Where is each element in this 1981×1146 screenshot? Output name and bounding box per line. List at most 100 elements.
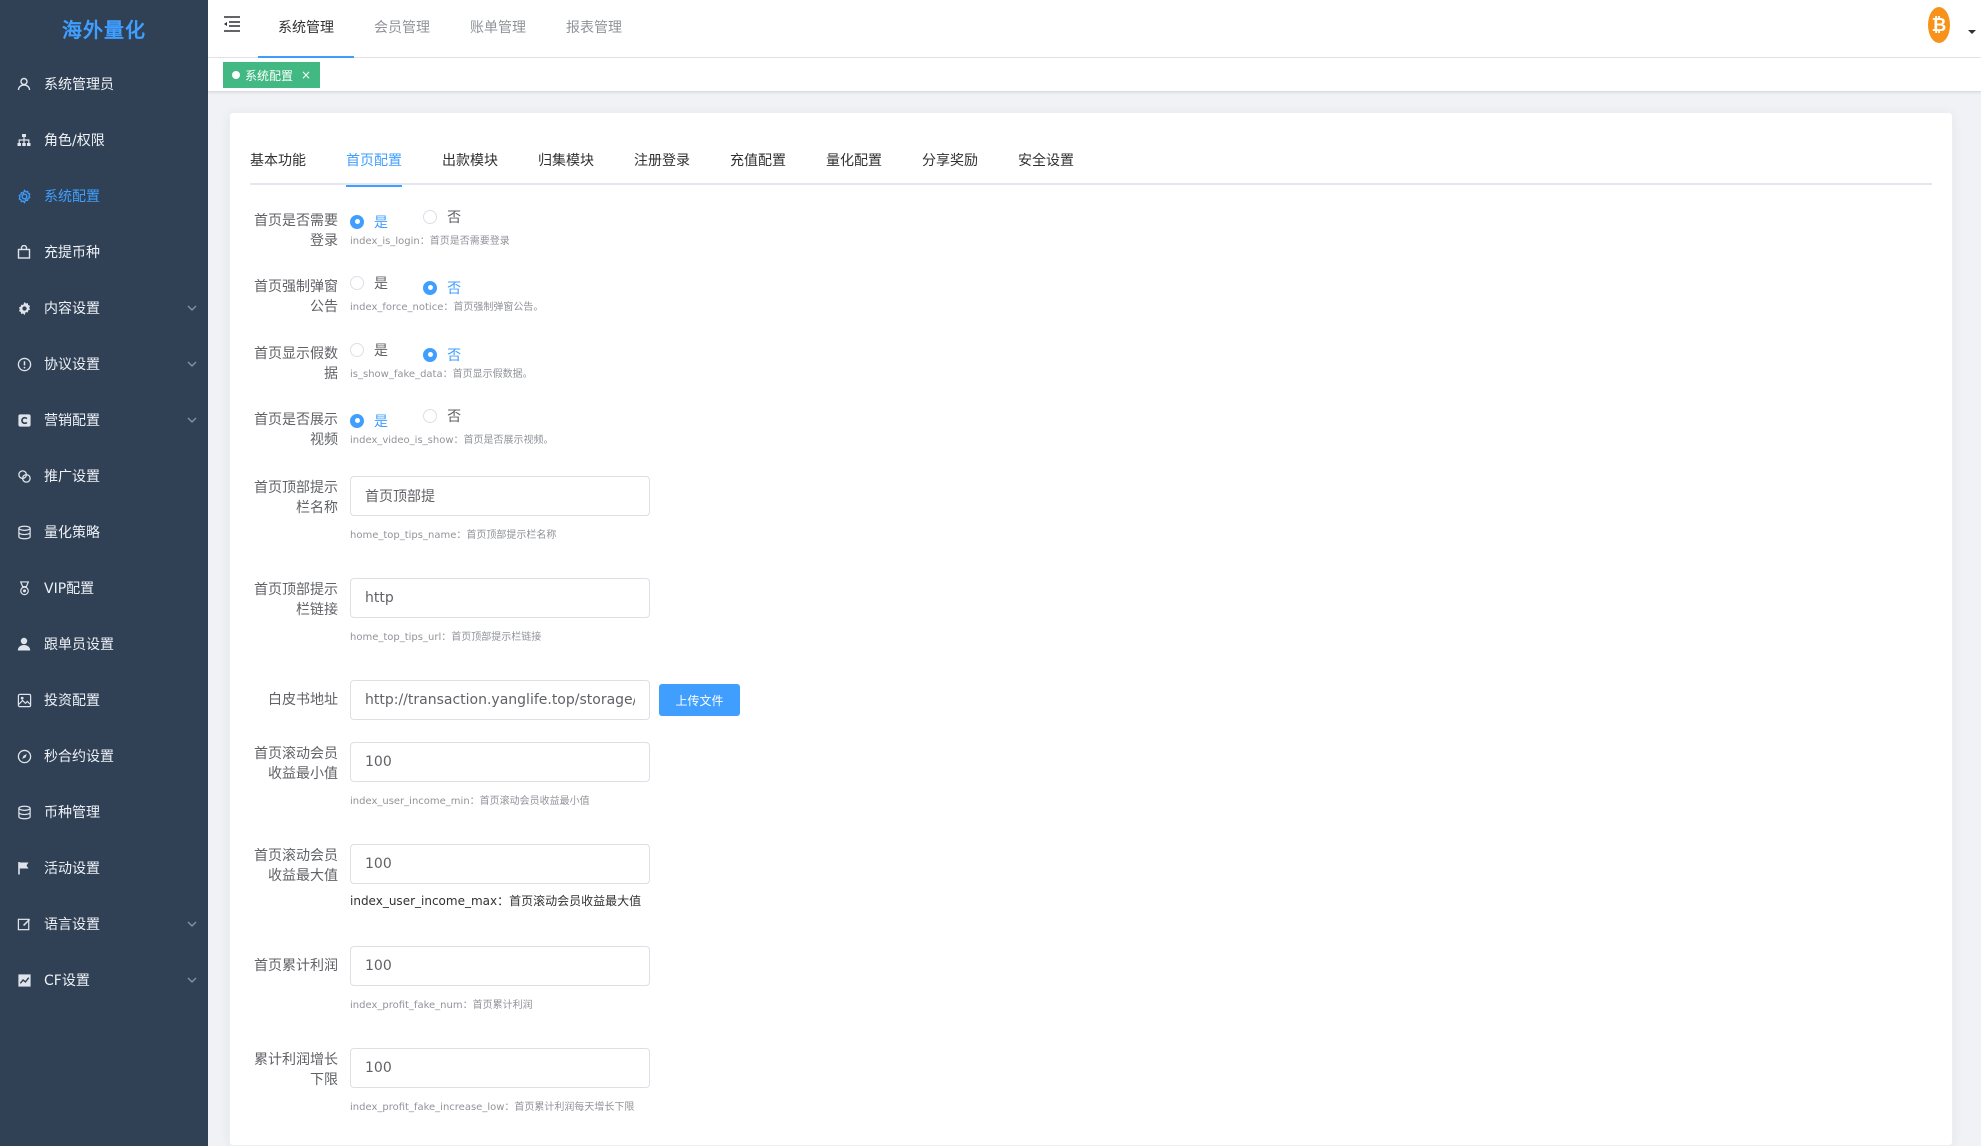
tab-collection[interactable]: 归集模块	[518, 141, 614, 185]
profit-input[interactable]	[350, 946, 650, 986]
sidebar-menu: 系统管理员 角色/权限 系统配置 充提币种 内容设置 协议设置 营销配置 推广设…	[0, 56, 208, 1008]
sidebar-item-content[interactable]: 内容设置	[0, 280, 208, 336]
label-line: 首页顶部提示	[254, 480, 338, 496]
upload-file-button[interactable]: 上传文件	[659, 684, 740, 716]
field-label: 首页滚动会员 收益最大值	[250, 846, 338, 886]
sidebar-item-promotion[interactable]: 推广设置	[0, 448, 208, 504]
chevron-down-icon	[187, 921, 197, 927]
label-line: 收益最小值	[268, 766, 338, 782]
radio-label: 否	[447, 409, 462, 425]
tag-system-config[interactable]: 系统配置 ×	[223, 62, 321, 88]
sidebar-item-label: 语言设置	[44, 917, 100, 933]
marketing-icon	[16, 412, 32, 428]
label-line: 首页顶部提示	[254, 582, 338, 598]
radio-no[interactable]: 否	[423, 207, 461, 227]
sidebar-item-marketing[interactable]: 营销配置	[0, 392, 208, 448]
caret-down-icon[interactable]	[1967, 28, 1977, 36]
tab-share-reward[interactable]: 分享奖励	[902, 141, 998, 185]
sidebar-item-label: CF设置	[44, 973, 90, 989]
field-hint: index_profit_fake_increase_low：首页累计利润每天增…	[350, 1102, 635, 1113]
sidebar-item-agreement[interactable]: 协议设置	[0, 336, 208, 392]
user-icon	[16, 76, 32, 92]
top-header: 系统管理 会员管理 账单管理 报表管理 ₿	[208, 0, 1981, 58]
sidebar-item-label: 角色/权限	[44, 133, 105, 149]
tips-url-input[interactable]	[350, 578, 650, 618]
radio-circle	[350, 276, 364, 290]
field-hint: is_show_fake_data：首页显示假数据。	[350, 369, 533, 380]
tab-quant[interactable]: 量化配置	[806, 141, 902, 185]
sidebar-item-vip[interactable]: VIP配置	[0, 560, 208, 616]
sidebar-item-roles[interactable]: 角色/权限	[0, 112, 208, 168]
sidebar-item-currency[interactable]: 币种管理	[0, 784, 208, 840]
label-line: 视频	[310, 432, 338, 448]
tab-withdrawal[interactable]: 出款模块	[422, 141, 518, 185]
tips-name-input[interactable]	[350, 476, 650, 516]
radio-circle	[350, 214, 364, 229]
sidebar-item-copytrader[interactable]: 跟单员设置	[0, 616, 208, 672]
sidebar-item-label: 营销配置	[44, 413, 100, 429]
chart-icon	[16, 972, 32, 988]
field-label: 首页滚动会员收益最小值	[250, 744, 338, 784]
label-line: 首页滚动会员	[254, 746, 338, 762]
sidebar-item-label: 内容设置	[44, 301, 100, 317]
sidebar-item-cf[interactable]: CF设置	[0, 952, 208, 1008]
sidebar-item-activity[interactable]: 活动设置	[0, 840, 208, 896]
sidebar: 海外量化 系统管理员 角色/权限 系统配置 充提币种 内容设置 协议设置 营销配…	[0, 0, 208, 1146]
radio-circle	[350, 343, 364, 357]
whitepaper-url-input[interactable]	[350, 680, 650, 720]
database-icon	[16, 524, 32, 540]
radio-yes[interactable]: 是	[350, 212, 388, 232]
radio-no[interactable]: 否	[423, 345, 461, 365]
tab-basic[interactable]: 基本功能	[250, 141, 326, 185]
sidebar-item-label: 投资配置	[44, 693, 100, 709]
field-hint: index_video_is_show：首页是否展示视频。	[350, 435, 554, 446]
tab-recharge[interactable]: 充值配置	[710, 141, 806, 185]
info-icon	[16, 356, 32, 372]
label-line: 首页是否需要	[254, 213, 338, 229]
radio-group-index-force-notice: 是 否	[350, 273, 491, 298]
config-sub-tabs: 基本功能 首页配置 出款模块 归集模块 注册登录 充值配置 量化配置 分享奖励 …	[250, 141, 1932, 187]
chevron-down-icon	[187, 305, 197, 311]
top-tab-reports[interactable]: 报表管理	[546, 0, 642, 58]
edit-icon	[16, 916, 32, 932]
income-min-input[interactable]	[350, 742, 650, 782]
hierarchy-icon	[16, 132, 32, 148]
sidebar-item-admin[interactable]: 系统管理员	[0, 56, 208, 112]
radio-label: 否	[447, 280, 462, 297]
label-line: 登录	[310, 233, 338, 249]
tab-register-login[interactable]: 注册登录	[614, 141, 710, 185]
svg-text:₿: ₿	[1932, 15, 1947, 36]
radio-no[interactable]: 否	[423, 278, 461, 298]
sidebar-item-system-config[interactable]: 系统配置	[0, 168, 208, 224]
field-label: 首页强制弹窗 公告	[250, 277, 338, 317]
radio-group-index-video-is-show: 是 否	[350, 406, 491, 431]
top-tab-members[interactable]: 会员管理	[354, 0, 450, 58]
bag-icon	[16, 244, 32, 260]
field-label: 首页是否展示 视频	[250, 410, 338, 450]
sidebar-item-investment[interactable]: 投资配置	[0, 672, 208, 728]
sidebar-item-strategy[interactable]: 量化策略	[0, 504, 208, 560]
sidebar-item-second-contract[interactable]: 秒合约设置	[0, 728, 208, 784]
radio-yes[interactable]: 是	[350, 273, 388, 293]
field-hint: home_top_tips_name：首页顶部提示栏名称	[350, 530, 557, 541]
top-tab-bills[interactable]: 账单管理	[450, 0, 546, 58]
label-line: 收益最大值	[268, 868, 338, 884]
hamburger-menu-icon[interactable]	[222, 14, 242, 34]
increase-low-input[interactable]	[350, 1048, 650, 1088]
tab-security[interactable]: 安全设置	[998, 141, 1094, 185]
sidebar-item-coins[interactable]: 充提币种	[0, 224, 208, 280]
radio-circle	[423, 280, 438, 295]
radio-no[interactable]: 否	[423, 406, 461, 426]
income-max-input[interactable]	[350, 844, 650, 884]
flag-icon	[16, 860, 32, 876]
link-icon	[16, 468, 32, 484]
tab-homepage[interactable]: 首页配置	[326, 141, 422, 187]
tags-view: 系统配置 ×	[208, 58, 1981, 92]
bitcoin-avatar-icon[interactable]: ₿	[1927, 6, 1951, 44]
sidebar-item-language[interactable]: 语言设置	[0, 896, 208, 952]
close-icon[interactable]: ×	[301, 68, 311, 82]
radio-circle	[423, 210, 438, 224]
radio-yes[interactable]: 是	[350, 411, 388, 431]
radio-yes[interactable]: 是	[350, 340, 388, 360]
top-tab-system[interactable]: 系统管理	[258, 0, 354, 58]
